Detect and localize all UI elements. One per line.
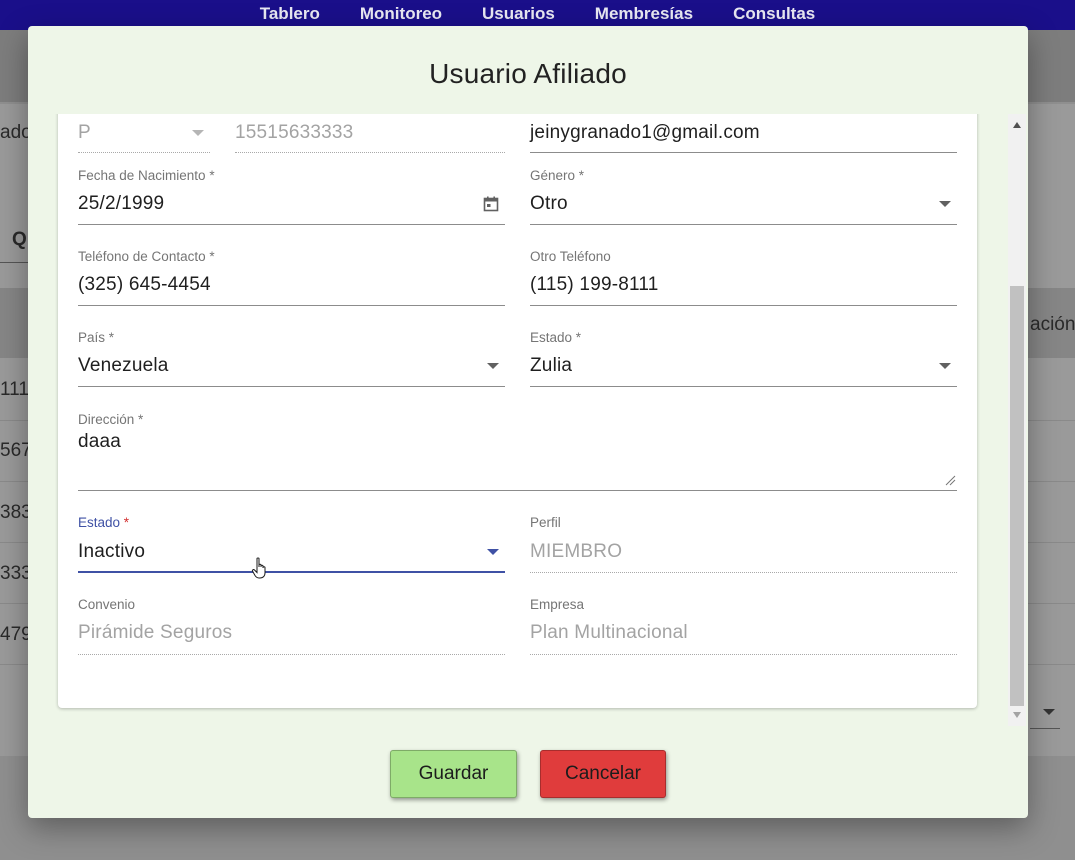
dialog-scroll-area[interactable]: P 15515633333 jeinygranado1@gmail.com Fe… xyxy=(28,114,1028,726)
background-table-cell: 111 xyxy=(0,379,29,400)
other-phone-field[interactable]: Otro Teléfono (115) 199-8111 xyxy=(530,249,957,307)
birth-date-field[interactable]: Fecha de Nacimiento * 25/2/1999 xyxy=(78,168,505,226)
background-search-underline xyxy=(0,262,28,263)
dialog-scrollbar[interactable] xyxy=(1008,114,1026,726)
gender-value: Otro xyxy=(530,193,568,214)
field-underline xyxy=(530,305,957,306)
doc-type-select[interactable]: P xyxy=(78,114,210,153)
field-underline xyxy=(530,386,957,387)
phone-label: Teléfono de Contacto * xyxy=(78,249,215,264)
form-card: P 15515633333 jeinygranado1@gmail.com Fe… xyxy=(58,114,977,708)
status-label-text: Estado xyxy=(78,515,121,530)
chevron-down-icon xyxy=(939,201,951,207)
background-table-cell: 479 xyxy=(0,624,32,645)
scroll-up-arrow-icon[interactable] xyxy=(1013,122,1021,128)
birth-date-label: Fecha de Nacimiento * xyxy=(78,168,215,183)
field-underline xyxy=(78,224,505,225)
state-select[interactable]: Estado * Zulia xyxy=(530,330,957,388)
scroll-down-arrow-icon[interactable] xyxy=(1013,712,1021,718)
company-label: Empresa xyxy=(530,597,585,612)
chevron-down-icon xyxy=(939,363,951,369)
field-underline xyxy=(78,305,505,306)
status-select[interactable]: Estado * Inactivo xyxy=(78,515,505,575)
agreement-label: Convenio xyxy=(78,597,136,612)
save-button[interactable]: Guardar xyxy=(390,750,517,798)
field-underline xyxy=(530,654,957,655)
country-label: País * xyxy=(78,330,115,345)
country-select[interactable]: País * Venezuela xyxy=(78,330,505,388)
chevron-down-icon xyxy=(192,130,204,136)
gender-select[interactable]: Género * Otro xyxy=(530,168,957,226)
field-underline xyxy=(78,152,210,153)
doc-number-field[interactable]: 15515633333 xyxy=(235,114,505,153)
field-underline xyxy=(530,224,957,225)
field-underline xyxy=(78,654,505,655)
field-underline xyxy=(530,152,957,153)
profile-label: Perfil xyxy=(530,515,561,530)
resize-handle-icon[interactable] xyxy=(944,474,956,486)
company-field: Empresa Plan Multinacional xyxy=(530,597,957,657)
background-table-cell: 333 xyxy=(0,563,32,584)
address-label: Dirección * xyxy=(78,412,144,427)
field-underline xyxy=(78,386,505,387)
background-select-underline xyxy=(1030,728,1060,729)
doc-type-value: P xyxy=(78,122,91,143)
background-search-icon: Q xyxy=(12,229,27,250)
field-underline xyxy=(530,572,957,573)
country-value: Venezuela xyxy=(78,355,169,376)
cancel-button[interactable]: Cancelar xyxy=(540,750,666,798)
profile-value: MIEMBRO xyxy=(530,541,623,562)
user-dialog: Usuario Afiliado P 15515633333 jeinygran… xyxy=(28,26,1028,818)
field-underline xyxy=(78,490,957,491)
state-label: Estado * xyxy=(530,330,582,345)
background-column-header: ación xyxy=(1030,314,1075,335)
background-table-cell: 383 xyxy=(0,502,32,523)
doc-number-value: 15515633333 xyxy=(235,122,354,143)
background-table-cell: 567 xyxy=(0,440,32,461)
other-phone-label: Otro Teléfono xyxy=(530,249,611,264)
address-textarea[interactable]: Dirección * daaa xyxy=(78,412,957,492)
background-chevron-down-icon xyxy=(1043,709,1055,715)
status-label: Estado * xyxy=(78,515,129,530)
email-field[interactable]: jeinygranado1@gmail.com xyxy=(530,114,957,153)
required-mark: * xyxy=(123,515,130,530)
chevron-down-icon xyxy=(487,363,499,369)
phone-field[interactable]: Teléfono de Contacto * (325) 645-4454 xyxy=(78,249,505,307)
dialog-title: Usuario Afiliado xyxy=(429,58,627,89)
company-value: Plan Multinacional xyxy=(530,622,688,643)
field-underline-focused xyxy=(78,571,505,573)
chevron-down-icon xyxy=(487,549,499,555)
scrollbar-thumb[interactable] xyxy=(1010,286,1024,706)
address-value: daaa xyxy=(78,431,122,452)
calendar-icon[interactable] xyxy=(483,196,499,212)
profile-field: Perfil MIEMBRO xyxy=(530,515,957,575)
background-text: ado xyxy=(0,122,32,143)
email-value: jeinygranado1@gmail.com xyxy=(530,122,760,143)
other-phone-value: (115) 199-8111 xyxy=(530,274,659,295)
birth-date-value: 25/2/1999 xyxy=(78,193,165,214)
agreement-value: Pirámide Seguros xyxy=(78,622,233,643)
agreement-field: Convenio Pirámide Seguros xyxy=(78,597,505,657)
state-value: Zulia xyxy=(530,355,573,376)
status-value: Inactivo xyxy=(78,541,146,562)
field-underline xyxy=(235,152,505,153)
hand-cursor-icon xyxy=(251,557,266,579)
phone-value: (325) 645-4454 xyxy=(78,274,211,295)
gender-label: Género * xyxy=(530,168,585,183)
